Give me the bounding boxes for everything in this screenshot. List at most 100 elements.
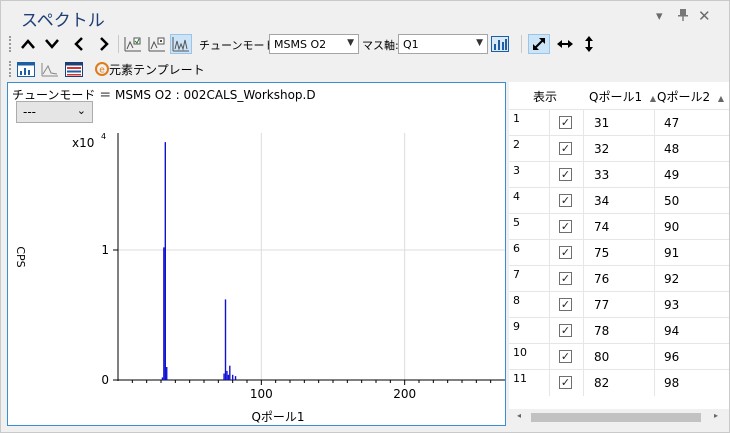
- spectrum-overlay-button[interactable]: [170, 34, 192, 54]
- column-divider: [654, 292, 655, 318]
- q2-cell[interactable]: 98: [664, 376, 679, 390]
- sort-ascending-icon: ▲: [649, 94, 657, 103]
- column-header-q1[interactable]: Qポール1 ▲: [589, 82, 657, 106]
- toolbar-grip[interactable]: [9, 61, 13, 77]
- table-row[interactable]: 7 ✓ 76 92: [509, 265, 729, 292]
- show-checkbox[interactable]: ✓: [559, 142, 572, 155]
- table-row[interactable]: 9 ✓ 78 94: [509, 317, 729, 344]
- column-header-q2[interactable]: Qポール2 ▲: [657, 82, 725, 106]
- table-view-icon[interactable]: [63, 59, 85, 79]
- column-divider: [583, 292, 584, 318]
- q2-cell[interactable]: 49: [664, 168, 679, 182]
- horizontal-scrollbar[interactable]: ◂ ▸: [509, 409, 729, 426]
- y-multiplier-label: x10: [72, 136, 94, 150]
- column-divider: [549, 266, 550, 292]
- row-number: 8: [513, 294, 520, 307]
- chart-window-icon[interactable]: [15, 59, 37, 79]
- q2-cell[interactable]: 96: [664, 350, 679, 364]
- spectrum-checked-icon[interactable]: [122, 34, 144, 54]
- zoom-horizontal-icon[interactable]: [554, 34, 576, 54]
- show-checkbox[interactable]: ✓: [559, 246, 572, 259]
- q1-cell[interactable]: 77: [594, 298, 609, 312]
- q2-cell[interactable]: 92: [664, 272, 679, 286]
- chevron-up-icon[interactable]: [17, 34, 39, 54]
- table-row[interactable]: 1 ✓ 31 47: [509, 109, 729, 136]
- spectrum-chart[interactable]: 0 1 100 200 x10 4 Qポール1 CPS: [8, 83, 505, 425]
- show-checkbox[interactable]: ✓: [559, 298, 572, 311]
- column-divider: [583, 370, 584, 396]
- element-template-button[interactable]: 元素テンプレート: [109, 61, 205, 78]
- close-icon[interactable]: ✕: [698, 7, 711, 25]
- bar-chart-icon[interactable]: [489, 34, 511, 54]
- q1-cell[interactable]: 74: [594, 220, 609, 234]
- spectrum-image-icon[interactable]: [146, 34, 168, 54]
- scroll-right-icon[interactable]: ▸: [714, 411, 718, 420]
- q2-cell[interactable]: 91: [664, 246, 679, 260]
- mass-axis-select[interactable]: Q1 ▼: [398, 34, 488, 54]
- table-row[interactable]: 5 ✓ 74 90: [509, 213, 729, 240]
- table-row[interactable]: 4 ✓ 34 50: [509, 187, 729, 214]
- window-menu-icon[interactable]: ▾: [656, 9, 663, 24]
- show-checkbox[interactable]: ✓: [559, 194, 572, 207]
- q1-cell[interactable]: 31: [594, 116, 609, 130]
- toolbar-grip[interactable]: [9, 36, 13, 52]
- table-row[interactable]: 2 ✓ 32 48: [509, 135, 729, 162]
- column-divider: [654, 188, 655, 214]
- pin-icon[interactable]: [678, 9, 688, 25]
- scroll-left-icon[interactable]: ◂: [517, 411, 521, 420]
- q2-cell[interactable]: 94: [664, 324, 679, 338]
- table-row[interactable]: 11 ✓ 82 98: [509, 369, 729, 396]
- line-chart-icon[interactable]: [39, 59, 61, 79]
- title-bar: スペクトル ▾ ✕: [1, 1, 729, 31]
- show-checkbox[interactable]: ✓: [559, 324, 572, 337]
- q1-cell[interactable]: 75: [594, 246, 609, 260]
- scrollbar-thumb[interactable]: [531, 413, 701, 422]
- show-checkbox[interactable]: ✓: [559, 220, 572, 233]
- chart-bars: [161, 142, 237, 380]
- column-divider: [583, 240, 584, 266]
- q1-cell[interactable]: 33: [594, 168, 609, 182]
- column-divider: [549, 318, 550, 344]
- column-divider: [549, 214, 550, 240]
- q2-cell[interactable]: 47: [664, 116, 679, 130]
- show-checkbox[interactable]: ✓: [559, 376, 572, 389]
- column-divider: [549, 344, 550, 370]
- zoom-diagonal-button[interactable]: [528, 34, 550, 54]
- column-divider: [583, 188, 584, 214]
- y-tick-label: 0: [101, 373, 109, 387]
- y-tick-label: 1: [101, 243, 109, 257]
- q2-cell[interactable]: 93: [664, 298, 679, 312]
- chevron-right-icon[interactable]: [93, 34, 115, 54]
- q1-cell[interactable]: 82: [594, 376, 609, 390]
- x-tick-label: 200: [393, 387, 416, 401]
- column-divider: [654, 214, 655, 240]
- table-row[interactable]: 6 ✓ 75 91: [509, 239, 729, 266]
- show-checkbox[interactable]: ✓: [559, 350, 572, 363]
- show-checkbox[interactable]: ✓: [559, 168, 572, 181]
- q1-cell[interactable]: 80: [594, 350, 609, 364]
- zoom-vertical-icon[interactable]: [578, 34, 600, 54]
- q1-cell[interactable]: 76: [594, 272, 609, 286]
- column-header-q2-label: Qポール2: [657, 90, 711, 104]
- table-row[interactable]: 10 ✓ 80 96: [509, 343, 729, 370]
- column-divider: [654, 344, 655, 370]
- chevron-down-icon[interactable]: [41, 34, 63, 54]
- q2-cell[interactable]: 48: [664, 142, 679, 156]
- column-divider: [654, 136, 655, 162]
- q1-cell[interactable]: 32: [594, 142, 609, 156]
- row-number: 6: [513, 242, 520, 255]
- chevron-left-icon[interactable]: [68, 34, 90, 54]
- q2-cell[interactable]: 50: [664, 194, 679, 208]
- q2-cell[interactable]: 90: [664, 220, 679, 234]
- chart-axes: 0 1 100 200: [101, 133, 505, 401]
- q1-cell[interactable]: 78: [594, 324, 609, 338]
- tune-mode-value: MSMS O2: [274, 38, 327, 51]
- show-checkbox[interactable]: ✓: [559, 116, 572, 129]
- column-header-show[interactable]: 表示: [533, 82, 558, 106]
- column-divider: [549, 188, 550, 214]
- tune-mode-select[interactable]: MSMS O2 ▼: [269, 34, 359, 54]
- q1-cell[interactable]: 34: [594, 194, 609, 208]
- show-checkbox[interactable]: ✓: [559, 272, 572, 285]
- table-row[interactable]: 3 ✓ 33 49: [509, 161, 729, 188]
- table-row[interactable]: 8 ✓ 77 93: [509, 291, 729, 318]
